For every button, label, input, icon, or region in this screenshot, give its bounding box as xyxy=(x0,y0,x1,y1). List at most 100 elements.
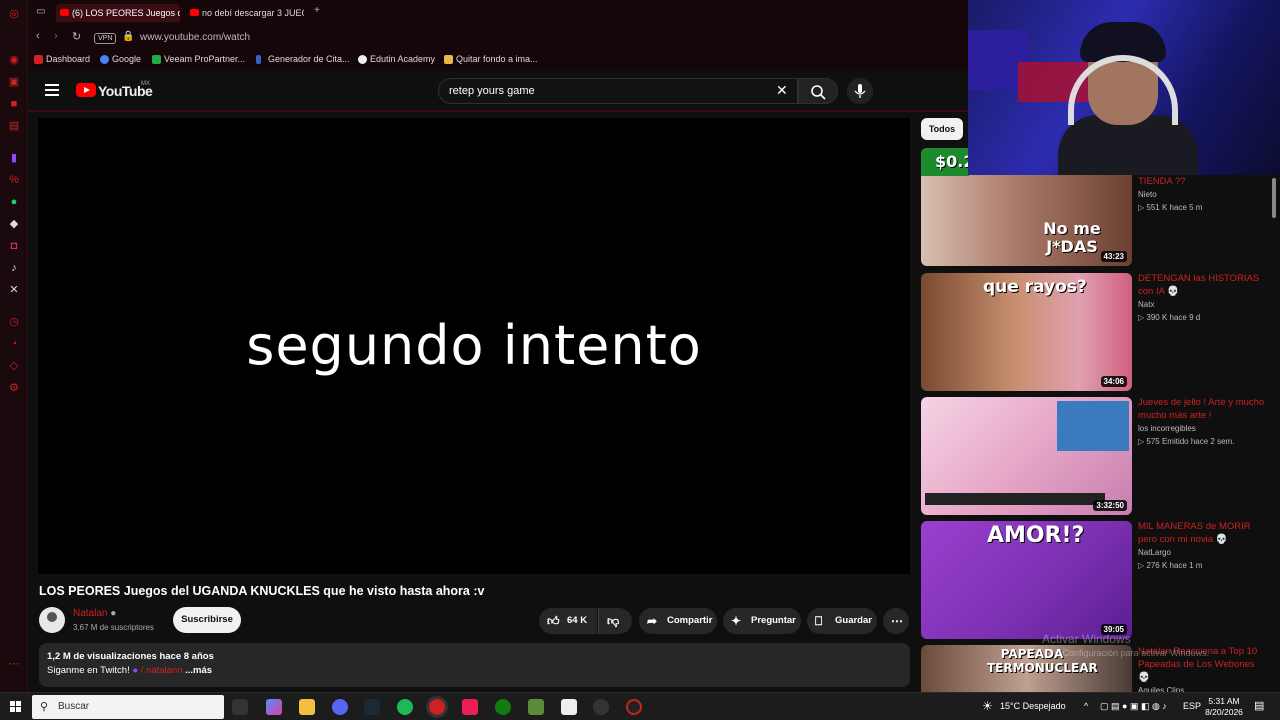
obs-icon[interactable] xyxy=(626,699,642,715)
search-icon xyxy=(811,85,826,100)
news-icon[interactable]: ▤ xyxy=(6,118,22,134)
language-indicator[interactable]: ESP xyxy=(1183,701,1201,711)
windows-start-icon[interactable] xyxy=(10,701,22,713)
file-explorer-icon[interactable] xyxy=(299,699,315,715)
dislike-button[interactable]: 👎︎ xyxy=(598,608,632,634)
clear-search-icon[interactable]: ✕ xyxy=(776,82,788,99)
vpn-badge[interactable]: VPN xyxy=(94,33,117,44)
bookmark-icon xyxy=(152,55,161,64)
recommendation-channel: Natx xyxy=(1138,300,1155,309)
messenger-icon[interactable]: ■ xyxy=(6,96,22,112)
like-button[interactable]: 👍︎ 64 K xyxy=(539,608,597,634)
recommendation-thumbnail[interactable]: 3:32:50 xyxy=(921,397,1132,515)
bookmark-veeam[interactable]: Veeam ProPartner... xyxy=(152,54,245,64)
whatsapp-icon[interactable]: ● xyxy=(6,194,22,210)
tiktok-icon[interactable]: ♪ xyxy=(6,260,22,276)
history-icon[interactable]: ◷ xyxy=(6,314,22,330)
tiktok-taskbar-icon[interactable] xyxy=(462,699,478,715)
recommendation-title: DETENGAN las HISTORIAS con IA 💀 xyxy=(1138,273,1260,297)
recommendation-channel: los incorregibles xyxy=(1138,424,1196,433)
show-more-link[interactable]: ...más xyxy=(185,665,212,676)
forward-icon[interactable]: › xyxy=(54,30,58,42)
recommendation-info[interactable]: Jueves de jello ! Arte y mucho mucho más… xyxy=(1138,396,1268,446)
opera-taskbar-icon[interactable] xyxy=(426,696,448,718)
bookmark-dashboard[interactable]: Dashboard xyxy=(34,54,90,64)
opera-logo-icon[interactable]: ◎ xyxy=(6,6,22,22)
bookmark-generador[interactable]: Generador de Cita... xyxy=(256,54,350,64)
new-tab-button[interactable]: + xyxy=(314,5,320,16)
activate-windows-title: Activar Windows xyxy=(1042,632,1131,646)
discord-icon[interactable]: ◆ xyxy=(6,216,22,232)
bookmark-google[interactable]: Google xyxy=(100,54,141,64)
back-icon[interactable]: ‹ xyxy=(36,30,40,42)
recommendation-info[interactable]: MIL MANERAS de MORIR pero con mi novia 💀… xyxy=(1138,520,1268,570)
minecraft-icon[interactable] xyxy=(528,699,544,715)
weather-icon[interactable]: ☀ xyxy=(982,699,993,713)
clock[interactable]: 5:31 AM 8/20/2026 xyxy=(1200,696,1248,718)
xbox-icon[interactable] xyxy=(495,699,511,715)
search-input[interactable]: retep yours game xyxy=(438,78,798,104)
channel-name[interactable]: Natalan ● xyxy=(73,608,116,619)
twitch-link[interactable]: / natalann xyxy=(141,665,183,676)
duration-badge: 3:32:50 xyxy=(1093,500,1127,511)
bookmark-quitar-fondo[interactable]: Quitar fondo a ima... xyxy=(444,54,538,64)
subscriber-count: 3,67 M de suscriptores xyxy=(73,623,154,632)
video-player[interactable]: segundo intento xyxy=(38,118,910,574)
duration-badge: 43:23 xyxy=(1100,251,1127,262)
search-icon: ⚲ xyxy=(40,701,49,713)
extensions-icon[interactable]: ◇ xyxy=(6,358,22,374)
settings-gear-icon[interactable] xyxy=(593,699,609,715)
tab-second[interactable]: no debí descargar 3 JUEGO xyxy=(186,4,304,22)
recommendation-meta: ▷ 551 K hace 5 m xyxy=(1138,203,1203,212)
task-view-icon[interactable] xyxy=(232,699,248,715)
taskbar-search-input[interactable]: ⚲ Buscar xyxy=(32,695,224,719)
subscribe-button[interactable]: Suscribirse xyxy=(173,607,241,633)
recommendation-thumbnail[interactable]: AMOR!? 39:05 xyxy=(921,521,1132,639)
url-field[interactable]: www.youtube.com/watch xyxy=(140,32,250,43)
instagram-icon[interactable]: ◘ xyxy=(6,238,22,254)
lock-icon[interactable]: 🔒 xyxy=(122,31,134,42)
avatar[interactable] xyxy=(39,607,65,633)
percent-icon[interactable]: % xyxy=(6,172,22,188)
share-button[interactable]: ➦ Compartir xyxy=(639,608,717,634)
activate-windows-subtitle: Ve a Configuración para activar Windows. xyxy=(1042,648,1210,658)
notification-icon[interactable]: ▤ xyxy=(1254,699,1264,712)
steam-icon[interactable] xyxy=(364,699,380,715)
menu-icon[interactable] xyxy=(45,84,59,99)
bookmark-edutin[interactable]: Edutin Academy xyxy=(358,54,435,64)
reload-icon[interactable]: ↻ xyxy=(72,30,81,43)
recommendation-channel: NatLargo xyxy=(1138,548,1171,557)
settings-icon[interactable]: ⚙ xyxy=(6,380,22,396)
weather-text[interactable]: 15°C Despejado xyxy=(1000,701,1066,711)
capcut-icon[interactable] xyxy=(561,699,577,715)
youtube-logo-icon[interactable] xyxy=(76,83,96,97)
voice-search-button[interactable] xyxy=(847,78,873,104)
discord-taskbar-icon[interactable] xyxy=(332,699,348,715)
search-button[interactable] xyxy=(798,78,838,104)
more-icon[interactable]: ⋯ xyxy=(6,656,22,672)
description-box[interactable]: 1,2 M de visualizaciones hace 8 años Sig… xyxy=(39,643,910,687)
tab-menu-icon[interactable]: ▭ xyxy=(36,6,45,17)
tray-chevron-icon[interactable]: ^ xyxy=(1084,701,1088,711)
bookmark-icon xyxy=(34,55,43,64)
clock-icon[interactable]: ◔ xyxy=(6,336,22,352)
bag-icon[interactable]: ▣ xyxy=(6,74,22,90)
more-actions-button[interactable]: ⋯ xyxy=(883,608,909,634)
tab-active[interactable]: (6) LOS PEORES Juegos de xyxy=(56,4,180,22)
speed-dial-icon[interactable]: ◉ xyxy=(6,52,22,68)
spotify-icon[interactable] xyxy=(397,699,413,715)
twitch-icon[interactable]: ▮ xyxy=(6,150,22,166)
save-button[interactable]: ⎕ Guardar xyxy=(807,608,877,634)
tray-icons[interactable]: ▢ ▤ ● ▣ ◧ ◍ ♪ xyxy=(1100,701,1167,712)
recommendation-thumbnail[interactable]: que rayos? 34:06 xyxy=(921,273,1132,391)
recommendation-info[interactable]: TIENDA ?? Nieto ▷ 551 K hace 5 m xyxy=(1138,175,1268,212)
copilot-icon[interactable] xyxy=(266,699,282,715)
recommendation-info[interactable]: DETENGAN las HISTORIAS con IA 💀 Natx ▷ 3… xyxy=(1138,272,1268,322)
recommendation-title: Jueves de jello ! Arte y mucho mucho más… xyxy=(1138,397,1265,421)
x-icon[interactable]: ✕ xyxy=(6,282,22,298)
scrollbar[interactable] xyxy=(1272,178,1276,218)
view-stats: 1,2 M de visualizaciones hace 8 años xyxy=(47,651,214,662)
recommendation-title: MIL MANERAS de MORIR pero con mi novia 💀 xyxy=(1138,521,1251,545)
ask-button[interactable]: ✦ Preguntar xyxy=(723,608,801,634)
filter-chip-all[interactable]: Todos xyxy=(921,118,963,140)
